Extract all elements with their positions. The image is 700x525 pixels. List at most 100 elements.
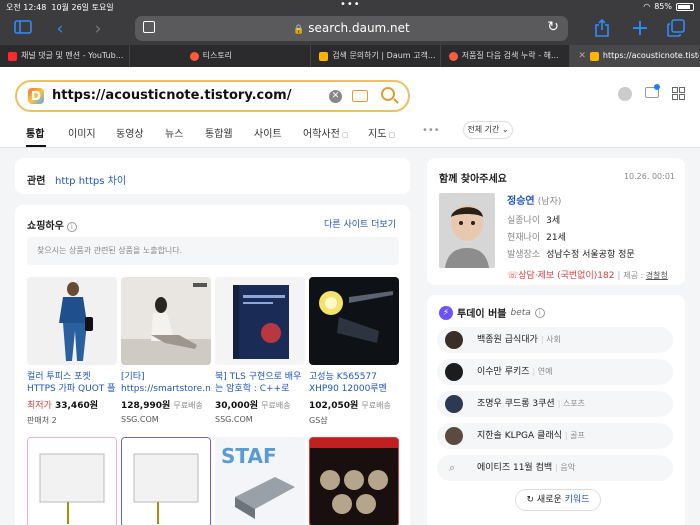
person-photo[interactable] [439, 193, 495, 268]
tab-sites[interactable]: 사이트 [254, 125, 282, 140]
product-image[interactable]: STAF [215, 437, 305, 525]
search-box[interactable]: D https://acousticnote.tistory.com/ ✕ [15, 80, 410, 112]
product-price: 30,000원 무료배송 [215, 398, 305, 411]
bubble-item[interactable]: 조명우 쿠드롱 3쿠션스포츠 [437, 391, 673, 417]
product-card[interactable]: [기타] https://smartstore.naver.com/... 12… [121, 277, 211, 424]
product-image[interactable] [309, 437, 399, 525]
provider-link[interactable]: 경찰청 [646, 271, 668, 280]
share-icon[interactable] [592, 18, 612, 39]
related-card: 관련 http https 차이 [15, 158, 410, 194]
search-icon: ⌕ [449, 461, 456, 474]
shopping-more-link[interactable]: 다른 사이트 더보기 [324, 217, 396, 230]
product-shop: 판매처 2 [27, 416, 57, 425]
price-value: 30,000원 [215, 401, 259, 411]
tab-map[interactable]: 지도 ▢ [368, 125, 395, 140]
shopping-title-text: 쇼핑하우 [27, 221, 64, 232]
today-bubble-title-text: 투데이 버블 [457, 309, 507, 320]
status-time: 오전 12:48 10월 26일 토요일 [6, 3, 114, 12]
search-icon[interactable] [381, 87, 395, 101]
person-name[interactable]: 정승연 (남자) [507, 192, 561, 207]
product-name[interactable]: [기타] https://smartstore.naver.com/... [121, 371, 211, 395]
avatar [445, 427, 463, 445]
bubble-item[interactable]: ⌕ 에이티즈 11월 컴백음악 [437, 455, 673, 481]
bubble-keyword: 이수만 루키즈 [477, 367, 530, 377]
product-shop: GS샵 [309, 416, 328, 425]
phone-icon: ☏ [507, 271, 519, 281]
tab-label: https://acousticnote.tistory.com/ [602, 51, 699, 60]
tab-youtube[interactable]: 채널 댓글 및 멘션 - YouTub... [0, 45, 130, 67]
search-input[interactable]: https://acousticnote.tistory.com/ [52, 88, 291, 103]
avatar-icon[interactable] [618, 87, 632, 101]
tab-web[interactable]: 통합웹 [205, 125, 233, 140]
tab-daum-help[interactable]: 검색 문의하기 | Daum 고객... [311, 45, 441, 67]
keyboard-icon[interactable] [352, 90, 368, 102]
tabs-overview-icon[interactable] [666, 19, 686, 39]
price-prefix: 최저가 [27, 401, 52, 411]
daum-logo-icon[interactable]: D [28, 88, 44, 104]
forward-icon[interactable]: › [88, 19, 108, 39]
product-image[interactable] [121, 277, 211, 365]
product-card[interactable]: 컬러 투피스 포켓 HTTPS 가파 QUOT 플랩... 최저가 33,460… [27, 277, 117, 426]
apps-grid-icon[interactable] [672, 87, 685, 100]
product-name[interactable]: 고성능 K565577 XHP90 12000루멘 W... [309, 371, 399, 395]
related-link[interactable]: http https 차이 [55, 172, 126, 187]
tab-active[interactable]: ✕ https://acousticnote.tistory.com/ [570, 45, 700, 67]
refresh-label: 새로운 [536, 495, 562, 505]
bubble-category: 음악 [555, 463, 575, 472]
daum-favicon-icon [589, 51, 599, 61]
bubble-item[interactable]: 지한솔 KLPGA 클래식골프 [437, 423, 673, 449]
address-url[interactable]: 🔒 search.daum.net [135, 21, 568, 35]
info-icon[interactable]: i [534, 307, 545, 318]
bubble-item[interactable]: 이수만 루키즈연예 [437, 359, 673, 385]
refresh-keywords-button[interactable]: ↻ 새로운 키워드 [515, 489, 601, 511]
period-filter[interactable]: 전체 기간 ⌄ [463, 121, 513, 139]
row-value: 성남수정 서울공항 정문 [546, 250, 635, 260]
tab-low-quality[interactable]: 저품질 다음 검색 누락 - 해... [441, 45, 571, 67]
bubble-item[interactable]: 백종원 급식대가사회 [437, 327, 673, 353]
product-price: 최저가 33,460원 [27, 398, 117, 411]
row-value: 3세 [546, 216, 561, 226]
tab-images[interactable]: 이미지 [68, 125, 96, 140]
bubble-keyword: 지한솔 KLPGA 클래식 [477, 431, 562, 441]
product-image[interactable] [215, 277, 305, 365]
price-value: 102,050원 [309, 401, 359, 411]
product-name[interactable]: 컬러 투피스 포켓 HTTPS 가파 QUOT 플랩... [27, 371, 117, 395]
product-image[interactable] [309, 277, 399, 365]
product-image[interactable] [121, 437, 211, 525]
multitask-dots[interactable]: ••• [340, 0, 361, 10]
tab-dictionary[interactable]: 어학사전 ▢ [303, 125, 349, 140]
active-tab-indicator [26, 145, 46, 147]
battery-icon [676, 2, 694, 11]
nav-more-icon[interactable]: ••• [422, 125, 440, 136]
address-bar[interactable]: 🔒 search.daum.net ↻ [135, 16, 568, 41]
tab-tistory[interactable]: 티스토리 [130, 45, 312, 67]
product-image[interactable] [27, 437, 117, 525]
avatar [445, 331, 463, 349]
avatar [445, 395, 463, 413]
tab-news[interactable]: 뉴스 [165, 125, 183, 140]
row-label: 현재나이 [507, 233, 541, 243]
bubble-category: 골프 [565, 431, 585, 440]
missing-title: 함께 찾아주세요 [439, 174, 507, 185]
tab-bar: 채널 댓글 및 멘션 - YouTub... 티스토리 검색 문의하기 | Da… [0, 45, 700, 67]
shipping-label: 무료배송 [173, 401, 203, 410]
product-card[interactable]: 북] TLS 구현으로 배우는 암호학 : C++로 만... 30,000원 … [215, 277, 305, 424]
new-tab-icon[interactable]: + [630, 18, 650, 40]
sidebar-icon[interactable] [13, 19, 33, 39]
tab-integrated[interactable]: 통합 [26, 125, 44, 140]
clear-icon[interactable]: ✕ [329, 90, 342, 103]
close-tab-icon[interactable]: ✕ [578, 45, 586, 67]
tistory-favicon-icon [448, 51, 458, 61]
person-contact[interactable]: ☏상담·제보 (국번없이)182 | 제공 : 경찰청 [507, 268, 668, 281]
product-name[interactable]: 북] TLS 구현으로 배우는 암호학 : C++로 만... [215, 371, 305, 395]
product-card[interactable]: 고성능 K565577 XHP90 12000루멘 W... 102,050원 … [309, 277, 399, 426]
daum-favicon-icon [319, 51, 329, 61]
shipping-label: 무료배송 [261, 401, 291, 410]
contact-text: 상담·제보 (국번없이)182 [518, 271, 615, 281]
info-icon[interactable]: i [66, 222, 77, 232]
product-image[interactable] [27, 277, 117, 365]
tab-videos[interactable]: 동영상 [116, 125, 144, 140]
reload-icon[interactable]: ↻ [547, 19, 559, 35]
refresh-icon: ↻ [526, 495, 535, 505]
back-icon[interactable]: ‹ [50, 19, 70, 39]
